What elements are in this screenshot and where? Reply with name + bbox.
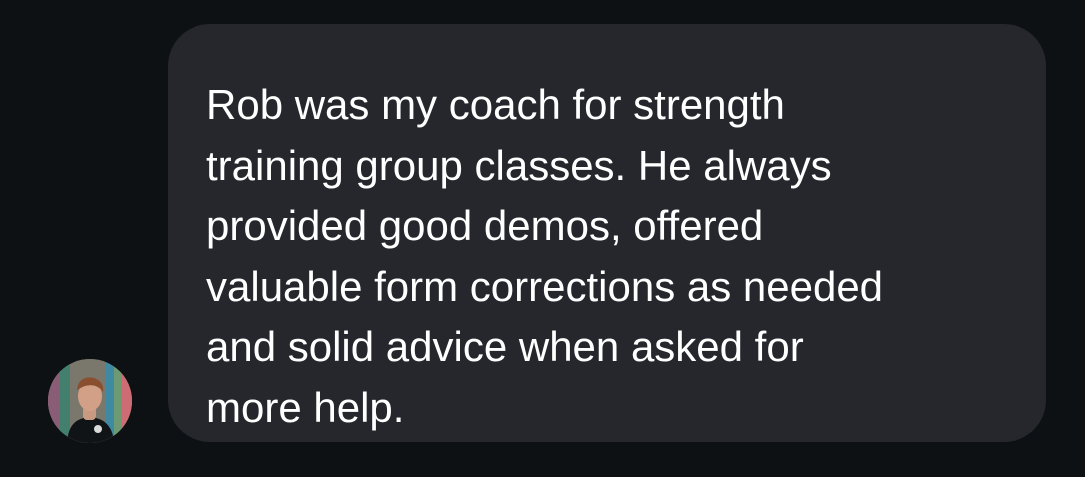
sender-avatar[interactable]	[48, 359, 132, 443]
message-line: more help.	[206, 383, 405, 431]
message-line: and solid advice when asked for	[206, 323, 804, 370]
incoming-message-row: Rob was my coach for strength training g…	[0, 0, 1085, 477]
message-bubble[interactable]: Rob was my coach for strength training g…	[168, 24, 1046, 442]
profile-photo-icon	[48, 359, 132, 443]
message-text: Rob was my coach for strength training g…	[206, 75, 1022, 438]
message-line: Rob was my coach for strength	[206, 81, 785, 128]
message-line: valuable form corrections as needed	[206, 262, 884, 310]
message-line: training group classes. He always	[206, 141, 832, 189]
message-line: provided good demos, offered	[206, 202, 764, 249]
